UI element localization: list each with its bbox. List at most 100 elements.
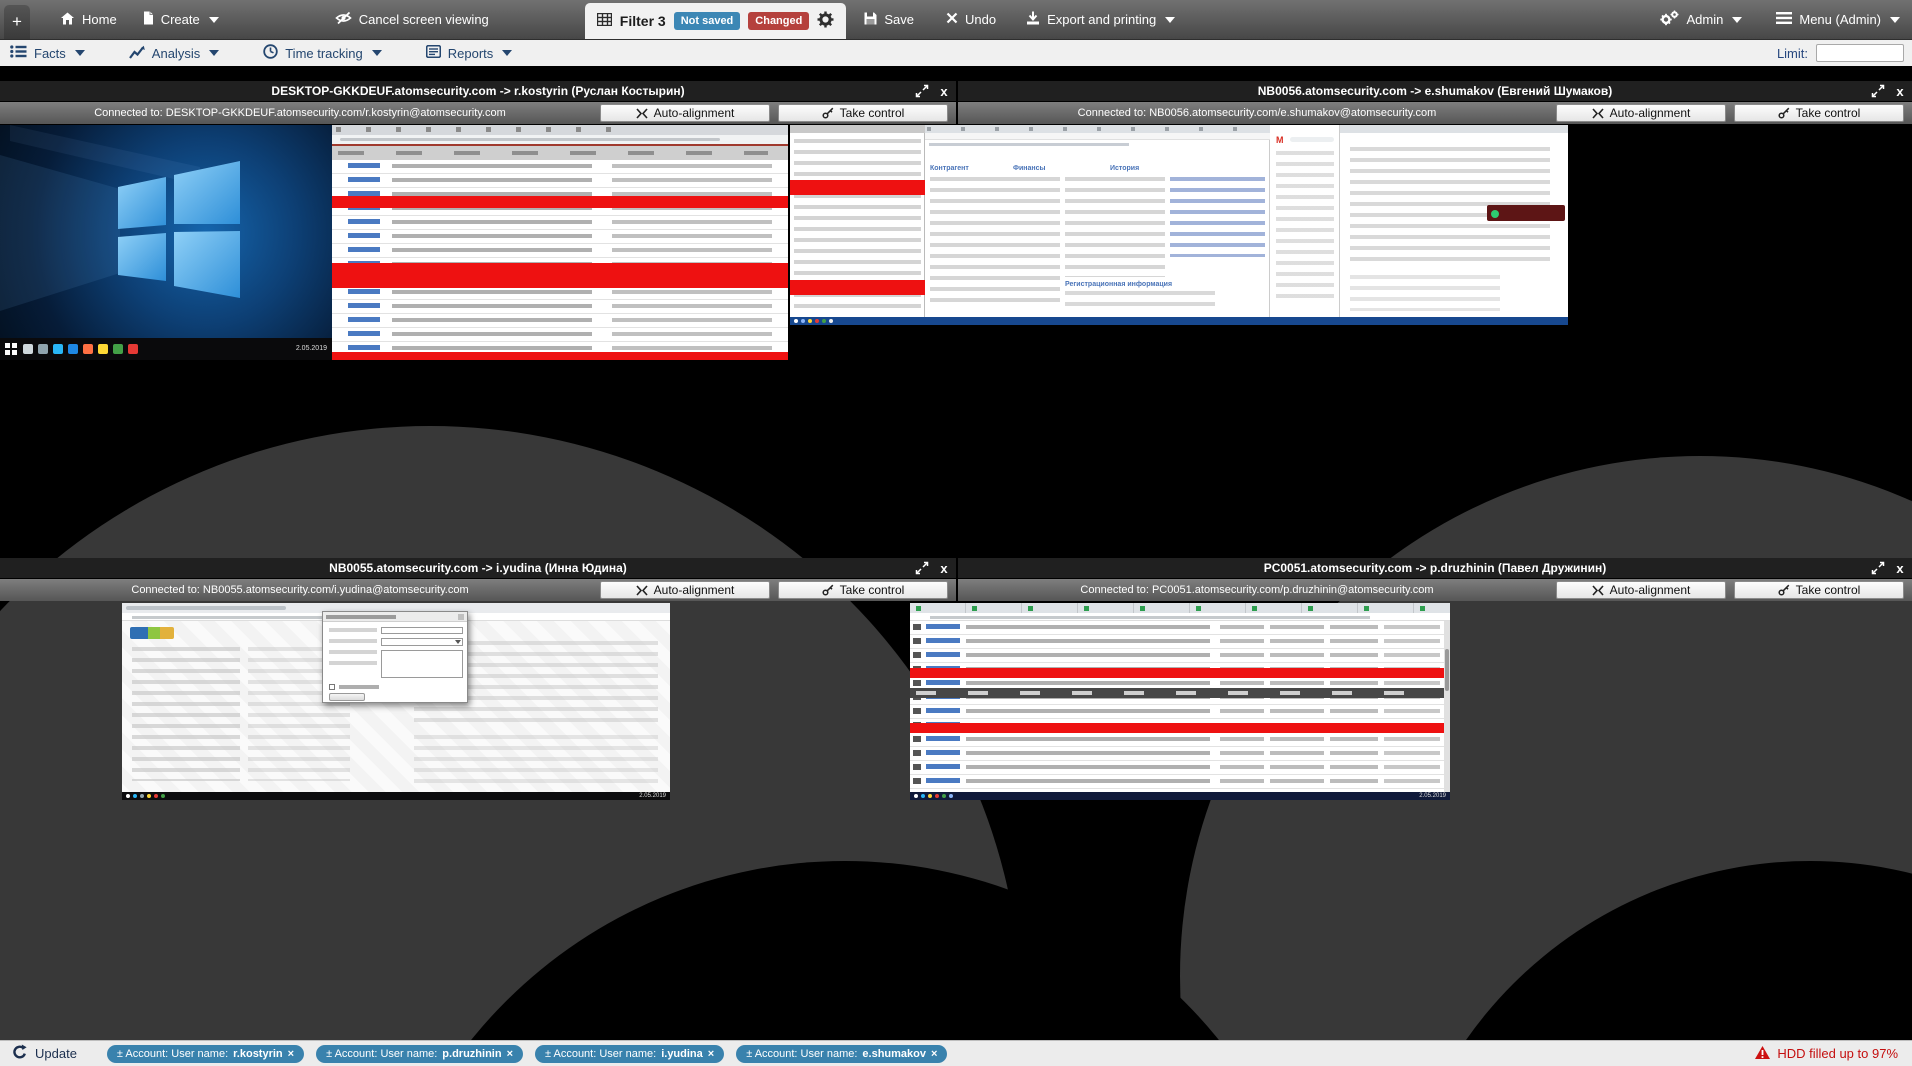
changed-badge: Changed [748,12,809,30]
auto-alignment-button[interactable]: Auto-alignment [600,581,770,599]
orders-table [910,621,1444,792]
filter-chip-account[interactable]: ± Account: User name:e.shumakov× [736,1045,947,1063]
limit-input[interactable] [1816,44,1904,62]
time-tracking-menu[interactable]: Time tracking [263,44,382,62]
mock-fields [1065,291,1215,313]
undo-button[interactable]: Undo [946,12,996,27]
mock-search-bar [1290,137,1334,142]
mock-lines [1350,275,1500,311]
scrollbar-thumb[interactable] [1445,649,1449,691]
chevron-down-icon [209,17,219,23]
expand-icon[interactable] [1868,84,1888,98]
auto-alignment-button[interactable]: Auto-alignment [600,104,770,122]
gear-icon[interactable] [817,11,834,31]
mock-text-column [392,160,592,352]
taskbar-app-icon [83,344,93,354]
panel4-title: PC0051.atomsecurity.com -> p.druzhinin (… [1002,561,1868,575]
panel4-remote-screen[interactable]: 2.05.2019 [910,603,1450,800]
filter-chips: ± Account: User name:r.kostyrin× ± Accou… [107,1045,948,1063]
panel1-connection-bar: Connected to: DESKTOP-GKKDEUF.atomsecuri… [0,101,956,124]
mock-header-cells [338,151,768,155]
chip-close-icon[interactable]: × [288,1048,294,1060]
menu-admin-button[interactable]: Menu (Admin) [1776,12,1900,27]
site-logo [130,627,174,639]
create-button[interactable]: Create [143,11,219,28]
dialog-checkbox[interactable] [329,684,335,690]
start-button-icon [794,319,798,323]
alert-row [332,263,788,279]
mock-history-links [1170,177,1265,257]
dialog-save-button[interactable] [329,693,365,701]
download-icon [1026,11,1040,28]
save-button[interactable]: Save [864,12,914,28]
home-button[interactable]: Home [60,12,117,28]
close-icon[interactable]: x [932,84,956,99]
mock-dialog-title [326,615,396,619]
update-button[interactable]: Update [12,1044,77,1063]
expand-icon[interactable] [912,561,932,575]
chip-close-icon[interactable]: × [708,1048,714,1060]
browser-window [332,125,788,360]
close-icon[interactable] [458,614,464,620]
taskbar-app-icon [147,794,151,798]
mock-fields [930,177,1060,309]
form-section-title: Регистрационная информация [1065,281,1172,288]
take-control-button[interactable]: Take control [1734,581,1904,599]
auto-alignment-button[interactable]: Auto-alignment [1556,581,1726,599]
export-printing-button[interactable]: Export and printing [1026,11,1175,28]
take-control-button[interactable]: Take control [1734,104,1904,122]
filter-chip-account[interactable]: ± Account: User name:i.yudina× [535,1045,724,1063]
hdd-warning: HDD filled up to 97% [1755,1046,1898,1062]
panel1-connected-text: Connected to: DESKTOP-GKKDEUF.atomsecuri… [0,107,600,119]
form-section-title: История [1110,165,1139,172]
expand-icon[interactable] [912,84,932,98]
chip-close-icon[interactable]: × [931,1048,937,1060]
gears-admin-icon [1658,10,1680,29]
chevron-down-icon [455,640,461,644]
close-icon[interactable]: x [1888,561,1912,576]
mock-checkbox-label [339,685,379,689]
export-printing-label: Export and printing [1047,12,1156,27]
x-undo-icon [946,12,958,27]
filter-chip-account[interactable]: ± Account: User name:p.druzhinin× [316,1045,523,1063]
cancel-screen-viewing-button[interactable]: Cancel screen viewing [335,11,489,28]
panel4-connected-text: Connected to: PC0051.atomsecurity.com/p.… [958,584,1556,596]
panel4-connection-bar: Connected to: PC0051.atomsecurity.com/p.… [956,578,1912,601]
panel1-remote-screen[interactable]: 2.05.2019 [0,125,788,360]
windows-taskbar: 2.05.2019 [0,338,332,360]
close-icon[interactable]: x [1888,84,1912,99]
panel3-remote-screen[interactable]: 2.05.2019 [122,603,670,800]
panel2-title: NB0056.atomsecurity.com -> e.shumakov (Е… [1002,84,1868,98]
admin-button[interactable]: Admin [1658,10,1743,29]
reports-menu[interactable]: Reports [426,45,513,61]
take-control-button[interactable]: Take control [778,581,948,599]
chip-close-icon[interactable]: × [507,1048,513,1060]
chip-value: r.kostyrin [233,1048,283,1060]
expand-icon[interactable] [1868,561,1888,575]
take-control-button[interactable]: Take control [778,104,948,122]
taskbar-clock: 2.05.2019 [639,793,666,799]
dialog-textarea[interactable] [381,650,463,678]
filter-chip-account[interactable]: ± Account: User name:r.kostyrin× [107,1045,304,1063]
filter-tab[interactable]: Filter 3 Not saved Changed [585,3,847,39]
table-header-band [910,688,1444,698]
mock-icon-column [913,621,921,792]
analysis-menu[interactable]: Analysis [129,45,219,62]
take-control-label: Take control [1796,106,1861,120]
dialog-input[interactable] [381,627,463,634]
close-icon[interactable]: x [932,561,956,576]
scrollbar[interactable] [1444,621,1450,792]
top-toolbar: + Home Create Cancel screen viewing Filt… [0,0,1912,40]
chip-value: i.yudina [661,1048,703,1060]
alert-row [332,352,788,360]
mock-link-column [348,160,380,352]
panel2-remote-screen[interactable]: Контрагент Финансы История Регистрационн… [790,125,1568,325]
facts-menu[interactable]: Facts [10,45,85,61]
taskbar-app-icon [133,794,137,798]
facts-menubar: Facts Analysis Time tracking Reports Lim… [0,40,1912,66]
new-tab-button[interactable]: + [4,5,30,39]
dialog-select[interactable] [381,638,463,646]
auto-alignment-button[interactable]: Auto-alignment [1556,104,1726,122]
taskbar-app-icon [38,344,48,354]
mock-city-column [1220,621,1264,792]
